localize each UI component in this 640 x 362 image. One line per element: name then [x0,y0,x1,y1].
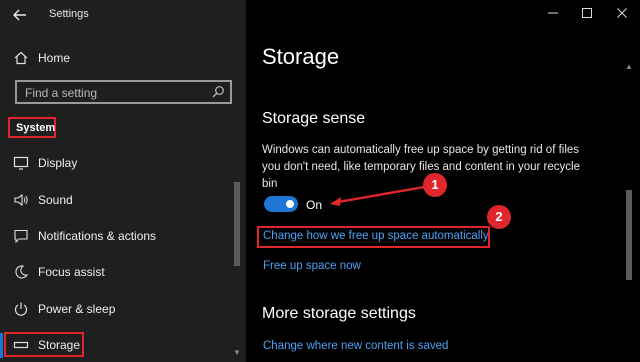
search-input[interactable]: Find a setting [15,80,232,104]
sidebar-item-label: Home [38,51,71,65]
sidebar-titlebar: Settings [0,0,246,30]
annotation-arrow-1 [330,184,431,206]
back-arrow-icon [13,9,26,21]
search-icon [212,86,224,98]
home-icon [14,51,28,65]
display-icon [13,156,29,170]
minimize-button[interactable] [546,6,560,20]
sidebar-scrollbar-thumb[interactable] [234,182,240,266]
back-button[interactable] [10,6,30,24]
sidebar-item-label: Power & sleep [38,302,116,316]
annotation-badge-2: 2 [487,205,511,229]
search-placeholder: Find a setting [25,86,98,100]
storage-sense-heading: Storage sense [262,110,366,127]
speaker-icon [14,193,28,207]
free-up-space-now-link[interactable]: Free up space now [263,260,361,272]
sidebar-item-label: Sound [38,193,73,207]
maximize-icon [582,8,592,18]
highlight-box-storage [4,332,84,357]
sidebar-item-label: Focus assist [38,265,105,279]
maximize-button[interactable] [580,6,594,20]
toggle-state-label: On [306,198,323,212]
toggle-knob [286,200,294,208]
sidebar-item-focus-assist[interactable]: Focus assist [0,259,232,285]
sidebar-item-label: Notifications & actions [38,229,157,243]
selection-indicator [0,333,3,358]
sidebar: Settings Home Find a setting System Disp… [0,0,246,362]
close-button[interactable] [615,6,629,20]
power-icon [14,302,28,316]
sidebar-item-home[interactable]: Home [0,46,232,70]
sidebar-item-power-sleep[interactable]: Power & sleep [0,296,232,322]
highlight-box-link [257,226,490,248]
annotation-badge-1: 1 [423,173,447,197]
storage-sense-toggle[interactable] [264,196,298,212]
page-title: Storage [262,44,340,69]
sidebar-item-notifications[interactable]: Notifications & actions [0,223,232,249]
sidebar-item-label: Display [38,156,78,170]
sidebar-item-sound[interactable]: Sound [0,187,232,213]
main-scrollbar-thumb[interactable] [626,190,632,280]
notification-icon [14,229,28,244]
minimize-icon [548,12,558,14]
section-heading-system: System [8,117,56,138]
scroll-down-icon[interactable]: ▼ [233,349,241,357]
app-title: Settings [49,8,89,20]
section-heading-label: System [16,122,56,134]
moon-icon [15,265,29,279]
close-icon [617,8,627,18]
more-storage-heading: More storage settings [262,305,416,322]
sidebar-item-display[interactable]: Display [0,150,232,176]
change-save-location-link[interactable]: Change where new content is saved [263,340,448,352]
scroll-up-icon[interactable]: ▲ [625,63,633,71]
